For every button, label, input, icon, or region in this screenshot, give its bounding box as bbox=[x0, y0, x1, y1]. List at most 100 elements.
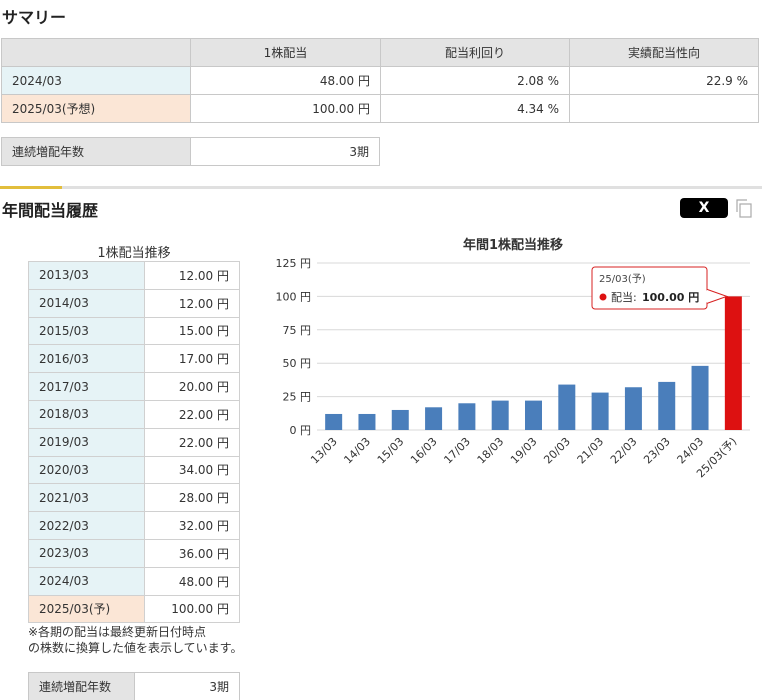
history-row-label: 2019/03 bbox=[28, 427, 145, 457]
y-tick-label: 50 円 bbox=[283, 357, 312, 370]
summary-header-yield: 配当利回り bbox=[380, 38, 570, 67]
history-row-value: 12.00 円 bbox=[144, 288, 240, 318]
bar bbox=[491, 400, 509, 430]
history-row-label: 2025/03(予) bbox=[28, 594, 145, 624]
note-line: の株数に換算した値を表示しています。 bbox=[28, 641, 243, 655]
history-row: 2013/03 12.00 円 bbox=[28, 261, 240, 290]
history-row-label: 2024/03 bbox=[28, 566, 145, 596]
history-row-value: 22.00 円 bbox=[144, 399, 240, 429]
history-row-label: 2017/03 bbox=[28, 372, 145, 401]
summary-heading: サマリー bbox=[2, 8, 67, 27]
history-row-value: 32.00 円 bbox=[144, 511, 240, 540]
bar bbox=[724, 296, 742, 430]
note-line: ※各期の配当は最終更新日付時点 bbox=[28, 625, 207, 639]
history-note: ※各期の配当は最終更新日付時点 の株数に換算した値を表示しています。 bbox=[28, 624, 242, 656]
summary-row: 2025/03(予想) 100.00 円 4.34 % bbox=[1, 94, 759, 123]
streak-label: 連続増配年数 bbox=[28, 672, 135, 700]
history-row-value: 12.00 円 bbox=[144, 261, 240, 290]
x-tick-label: 23/03 bbox=[641, 435, 673, 467]
history-row: 2016/03 17.00 円 bbox=[28, 344, 240, 374]
x-tick-label: 13/03 bbox=[308, 435, 340, 467]
streak-value: 3期 bbox=[190, 137, 380, 166]
y-tick-label: 100 円 bbox=[276, 290, 312, 303]
streak-value: 3期 bbox=[134, 672, 240, 700]
history-row-label: 2018/03 bbox=[28, 399, 145, 429]
y-tick-label: 75 円 bbox=[283, 324, 312, 337]
summary-header-payout: 実績配当性向 bbox=[569, 38, 759, 67]
history-row-label: 2015/03 bbox=[28, 316, 145, 346]
history-row-value: 22.00 円 bbox=[144, 427, 240, 457]
bar bbox=[558, 384, 576, 430]
tooltip-pointer bbox=[706, 288, 729, 304]
x-tick-label: 19/03 bbox=[508, 435, 540, 467]
history-row: 2024/03 48.00 円 bbox=[28, 566, 240, 596]
history-row-value: 36.00 円 bbox=[144, 538, 240, 568]
history-row-value: 100.00 円 bbox=[144, 594, 240, 624]
summary-header-blank bbox=[1, 38, 191, 67]
history-row-value: 48.00 円 bbox=[144, 566, 240, 596]
bar bbox=[325, 413, 343, 430]
summary-header-dividend: 1株配当 bbox=[190, 38, 381, 67]
x-tick-label: 14/03 bbox=[341, 435, 373, 467]
history-row-value: 34.00 円 bbox=[144, 455, 240, 485]
summary-row-dividend: 100.00 円 bbox=[190, 94, 381, 123]
y-tick-label: 25 円 bbox=[283, 391, 312, 404]
x-tick-label: 20/03 bbox=[541, 435, 573, 467]
history-row-label: 2023/03 bbox=[28, 538, 145, 568]
bar bbox=[658, 381, 676, 430]
bar bbox=[525, 400, 542, 430]
x-tick-label: 18/03 bbox=[475, 435, 507, 467]
chart-title: 年間1株配当推移 bbox=[463, 237, 563, 253]
history-row-label: 2021/03 bbox=[28, 483, 145, 513]
summary-row-label: 2025/03(予想) bbox=[1, 94, 191, 123]
history-row-value: 17.00 円 bbox=[144, 344, 240, 374]
tooltip-dot bbox=[599, 293, 607, 301]
history-row: 2022/03 32.00 円 bbox=[28, 511, 240, 540]
history-row-label: 2013/03 bbox=[28, 261, 145, 290]
bar bbox=[691, 365, 709, 430]
summary-row: 2024/03 48.00 円 2.08 % 22.9 % bbox=[1, 66, 759, 95]
bar bbox=[391, 409, 409, 430]
history-row: 2015/03 15.00 円 bbox=[28, 316, 240, 346]
summary-table: 1株配当 配当利回り 実績配当性向 2024/03 48.00 円 2.08 %… bbox=[1, 38, 759, 123]
dividend-bar-chart: 年間1株配当推移 0 円 25 円 50 円 75 円 100 円 125 円 13/03 14… bbox=[276, 237, 750, 480]
x-tick-label: 15/03 bbox=[375, 435, 407, 467]
summary-row-payout bbox=[569, 94, 759, 123]
history-row-value: 20.00 円 bbox=[144, 372, 240, 401]
summary-row-label: 2024/03 bbox=[1, 66, 191, 95]
history-row: 2025/03(予) 100.00 円 bbox=[28, 594, 240, 624]
bar bbox=[358, 413, 376, 430]
history-row: 2021/03 28.00 円 bbox=[28, 483, 240, 513]
copy-icon[interactable] bbox=[735, 198, 753, 218]
history-table: 2013/03 12.00 円 2014/03 12.00 円 2015/03 15.00… bbox=[28, 261, 240, 624]
summary-row-yield: 4.34 % bbox=[380, 94, 570, 123]
history-row: 2017/03 20.00 円 bbox=[28, 372, 240, 401]
tooltip-title: 25/03(予) bbox=[599, 273, 646, 285]
history-table-title: 1株配当推移 bbox=[97, 246, 171, 261]
bar bbox=[591, 392, 609, 430]
history-row: 2014/03 12.00 円 bbox=[28, 288, 240, 318]
history-row: 2019/03 22.00 円 bbox=[28, 427, 240, 457]
summary-row-payout: 22.9 % bbox=[569, 66, 759, 95]
x-tick-label: 16/03 bbox=[408, 435, 440, 467]
history-heading: 年間配当履歴 bbox=[2, 201, 99, 220]
bar bbox=[458, 403, 476, 430]
history-row: 2023/03 36.00 円 bbox=[28, 538, 240, 568]
bar bbox=[425, 407, 443, 430]
y-tick-label: 125 円 bbox=[276, 257, 312, 270]
bar bbox=[624, 387, 642, 430]
history-row-value: 15.00 円 bbox=[144, 316, 240, 346]
history-row: 2018/03 22.00 円 bbox=[28, 399, 240, 429]
y-tick-label: 0 円 bbox=[290, 424, 312, 437]
x-tick-label: 24/03 bbox=[675, 435, 707, 467]
history-row-label: 2014/03 bbox=[28, 288, 145, 318]
history-streak-table: 連続増配年数 3期 bbox=[28, 672, 240, 700]
summary-row-dividend: 48.00 円 bbox=[190, 66, 381, 95]
x-share-button[interactable]: X bbox=[680, 198, 728, 218]
summary-row-yield: 2.08 % bbox=[380, 66, 570, 95]
history-row-label: 2022/03 bbox=[28, 511, 145, 540]
history-row-value: 28.00 円 bbox=[144, 483, 240, 513]
summary-streak-table: 連続増配年数 3期 bbox=[1, 137, 380, 166]
section-divider bbox=[0, 186, 762, 189]
history-row-label: 2020/03 bbox=[28, 455, 145, 485]
